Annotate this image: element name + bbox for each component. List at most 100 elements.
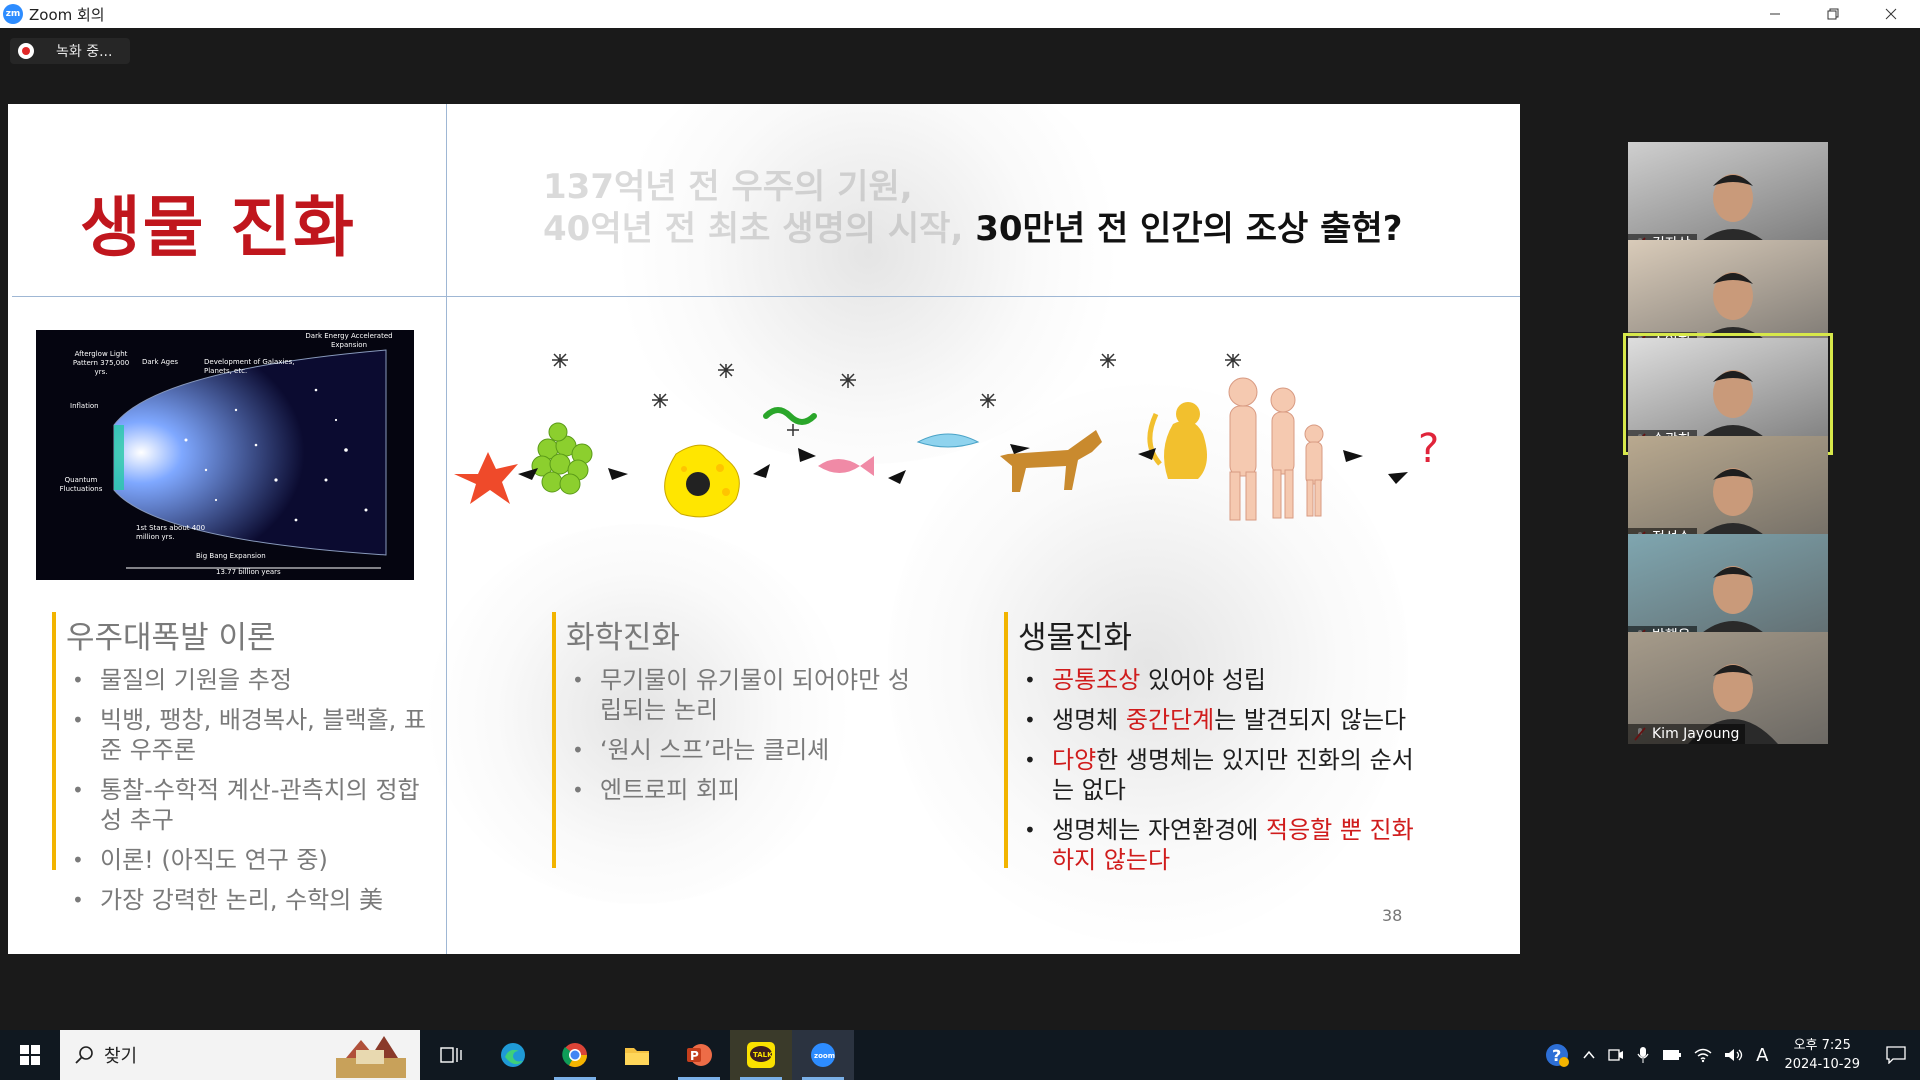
restore-button[interactable]	[1804, 0, 1862, 28]
headline-emphasis: 30만년 전 인간의 조상 출현?	[975, 209, 1403, 249]
edge-icon	[501, 1043, 525, 1067]
bullet-text: 는 발견되지 않는다	[1214, 706, 1407, 734]
zoom-icon: zoom	[811, 1043, 835, 1067]
minimize-icon	[1770, 13, 1780, 15]
wifi-icon[interactable]	[1694, 1047, 1712, 1063]
close-button[interactable]	[1862, 0, 1920, 28]
recording-indicator[interactable]: 녹화 중...	[10, 38, 131, 64]
label-years: 13.77 billion years	[216, 568, 281, 576]
bullet-text: 생명체	[1052, 706, 1126, 734]
bullet-item: 가장 강력한 논리, 수학의 美	[66, 885, 432, 915]
start-button[interactable]	[0, 1030, 60, 1080]
chrome-taskbar-button[interactable]	[544, 1030, 606, 1080]
folder-icon	[625, 1048, 649, 1065]
column-heading: 생물진화	[1018, 620, 1133, 656]
edge-taskbar-button[interactable]	[482, 1030, 544, 1080]
headline-faded-line-2: 40억년 전 최초 생명의 시작,	[543, 209, 964, 249]
volume-icon[interactable]	[1724, 1047, 1744, 1063]
accent-bar	[552, 612, 556, 868]
minimize-button[interactable]	[1746, 0, 1804, 28]
window-controls	[1746, 0, 1920, 28]
participant-video-tile[interactable]: 조인희	[1628, 240, 1828, 352]
bullet-list: 물질의 기원을 추정빅뱅, 팽창, 배경복사, 블랙홀, 표준 우주론통찰-수학…	[66, 665, 432, 915]
bullet-text: 무기물이 유기물이 되어야만 성립되는 논리	[600, 666, 910, 724]
zoom-taskbar-button[interactable]: zoom	[792, 1030, 854, 1080]
slide-title: 생물 진화	[80, 189, 356, 266]
input-method-indicator[interactable]: A	[1756, 1045, 1768, 1066]
bullet-text: 이론! (아직도 연구 중)	[100, 846, 328, 874]
search-highlight-icon	[336, 1036, 406, 1078]
chrome-icon	[562, 1043, 587, 1068]
record-icon	[18, 43, 34, 59]
bullet-text: 생명체는 자연환경에	[1052, 816, 1266, 844]
battery-icon[interactable]	[1662, 1048, 1682, 1062]
windows-taskbar: 찾기 P TALK zoom ? A 오후 7:25 2024-10-29	[0, 1030, 1920, 1080]
bullet-list: 무기물이 유기물이 되어야만 성립되는 논리 ‘원시 스프’라는 클리셰엔트로피 …	[566, 665, 912, 805]
bullet-item: 생명체 중간단계는 발견되지 않는다	[1018, 705, 1424, 735]
meet-now-icon[interactable]	[1608, 1047, 1624, 1063]
label-development: Development of Galaxies, Planets, etc.	[204, 358, 295, 375]
task-view-button[interactable]	[420, 1030, 482, 1080]
accent-bar	[1004, 612, 1008, 868]
accent-bar	[52, 612, 56, 870]
bullet-text: 통찰-수학적 계산-관측치의 정합성 추구	[100, 776, 420, 834]
kakaotalk-icon: TALK	[747, 1042, 775, 1068]
window-titlebar: zm Zoom 회의	[0, 0, 1920, 28]
restore-icon	[1827, 8, 1839, 20]
microphone-icon[interactable]	[1636, 1046, 1650, 1064]
bullet-text: 있어야 성립	[1140, 666, 1266, 694]
bullet-item: 통찰-수학적 계산-관측치의 정합성 추구	[66, 775, 432, 835]
slide-divider-horizontal	[12, 296, 1520, 297]
chevron-up-icon[interactable]	[1582, 1048, 1596, 1062]
bullet-item: 다양한 생명체는 있지만 진화의 순서는 없다	[1018, 745, 1424, 805]
column-biological-evolution: 생물진화 공통조상 있어야 성립생명체 중간단계는 발견되지 않는다다양한 생명…	[1004, 612, 1424, 885]
column-big-bang: 우주대폭발 이론 물질의 기원을 추정빅뱅, 팽창, 배경복사, 블랙홀, 표준…	[52, 612, 432, 925]
participant-video-tile[interactable]: Kim Jayoung	[1628, 632, 1828, 744]
meeting-area: 녹화 중... 생물 진화 137억년 전 우주의 기원, 40억년 전 최초 …	[0, 28, 1920, 1030]
column-heading: 화학진화	[566, 620, 681, 656]
participant-name: Kim Jayoung	[1628, 724, 1746, 744]
participant-video-tile[interactable]: 박행운	[1628, 534, 1828, 646]
taskbar-clock[interactable]: 오후 7:25 2024-10-29	[1784, 1036, 1860, 1074]
bullet-item: 이론! (아직도 연구 중)	[66, 845, 432, 875]
search-label: 찾기	[104, 1046, 138, 1067]
slide-divider-vertical	[446, 104, 447, 954]
bullet-text: 중간단계	[1125, 706, 1215, 734]
search-icon	[75, 1046, 93, 1064]
participant-video-tile[interactable]: 김자상	[1628, 142, 1828, 254]
slide-page-number: 38	[1382, 906, 1403, 925]
universe-expansion-image: Afterglow Light Pattern 375,000 yrs. Dar…	[36, 330, 414, 580]
svg-text:zoom: zoom	[814, 1052, 835, 1060]
bullet-text: 다양	[1052, 746, 1097, 774]
powerpoint-icon: P	[687, 1044, 712, 1066]
label-dark-ages: Dark Ages	[142, 358, 179, 366]
bullet-item: 생명체는 자연환경에 적응할 뿐 진화하지 않는다	[1018, 815, 1424, 875]
bullet-item: 엔트로피 회피	[566, 775, 912, 805]
bullet-item: 물질의 기원을 추정	[66, 665, 432, 695]
svg-text:P: P	[690, 1049, 699, 1063]
bullet-text: 물질의 기원을 추정	[100, 666, 292, 694]
participant-video-tile[interactable]: 손광희	[1623, 333, 1833, 455]
window-title: Zoom 회의	[29, 5, 105, 24]
file-explorer-taskbar-button[interactable]	[606, 1030, 668, 1080]
participant-video-tile[interactable]: 정성수	[1628, 436, 1828, 548]
svg-text:TALK: TALK	[753, 1051, 773, 1059]
bullet-text: 가장 강력한 논리, 수학의 美	[100, 886, 383, 914]
bullet-item: ‘원시 스프’라는 클리셰	[566, 735, 912, 765]
bullet-item: 공통조상 있어야 성립	[1018, 665, 1424, 695]
recording-label: 녹화 중...	[56, 44, 113, 60]
label-dark-energy: Dark Energy Accelerated Expansion	[305, 332, 393, 349]
bullet-text: 공통조상	[1052, 666, 1141, 694]
shared-slide: 생물 진화 137억년 전 우주의 기원, 40억년 전 최초 생명의 시작, …	[8, 104, 1520, 954]
label-big-bang: Big Bang Expansion	[196, 552, 266, 560]
help-icon[interactable]: ?	[1544, 1042, 1570, 1068]
bullet-text: 엔트로피 회피	[600, 776, 741, 804]
label-afterglow: Afterglow Light Pattern 375,000 yrs.	[72, 350, 130, 376]
label-inflation: Inflation	[70, 402, 99, 410]
bullet-item: 빅뱅, 팽창, 배경복사, 블랙홀, 표준 우주론	[66, 705, 432, 765]
kakaotalk-taskbar-button[interactable]: TALK	[730, 1030, 792, 1080]
close-icon	[1885, 8, 1897, 20]
powerpoint-taskbar-button[interactable]: P	[668, 1030, 730, 1080]
taskbar-search-box[interactable]: 찾기	[60, 1030, 420, 1080]
notification-icon[interactable]	[1886, 1046, 1906, 1064]
